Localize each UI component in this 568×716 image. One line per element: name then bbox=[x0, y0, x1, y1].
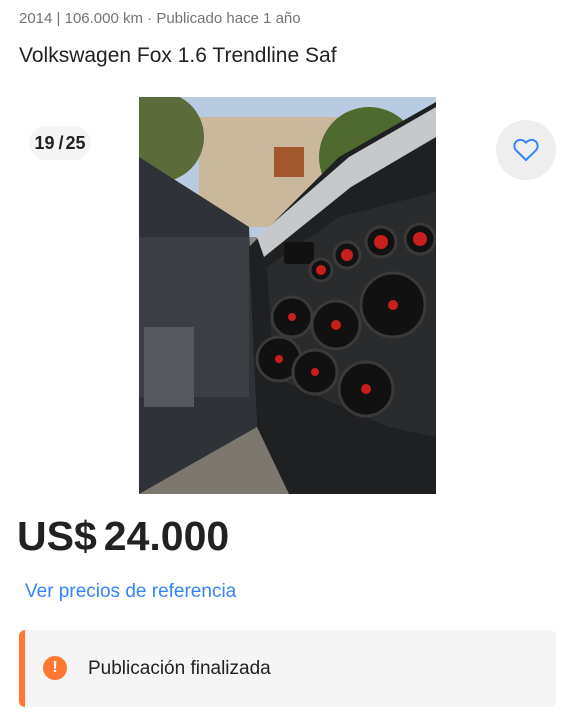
heart-outline-icon bbox=[513, 138, 539, 162]
photo-illustration bbox=[139, 97, 436, 494]
photo-counter-current: 19 bbox=[34, 132, 55, 153]
photo-counter: 19 / 25 bbox=[29, 126, 91, 160]
alert-icon: ! bbox=[43, 656, 67, 680]
status-text: Publicación finalizada bbox=[88, 658, 271, 679]
price-currency: US$ bbox=[17, 513, 97, 559]
reference-prices-link[interactable]: Ver precios de referencia bbox=[25, 581, 236, 603]
price: US$ 24.000 bbox=[17, 513, 229, 560]
price-amount: 24.000 bbox=[103, 513, 230, 559]
photo-counter-separator: / bbox=[58, 132, 64, 153]
listing-photo[interactable] bbox=[139, 97, 436, 494]
favorite-button[interactable] bbox=[496, 120, 556, 180]
listing-subtitle: 2014 | 106.000 km · Publicado hace 1 año bbox=[19, 10, 301, 27]
status-accent-bar bbox=[19, 630, 25, 707]
listing-status-notice: ! Publicación finalizada bbox=[19, 630, 556, 707]
photo-counter-total: 25 bbox=[65, 132, 86, 153]
listing-title: Volkswagen Fox 1.6 Trendline Saf bbox=[19, 44, 337, 67]
photo-gallery[interactable]: 19 / 25 bbox=[0, 96, 568, 494]
